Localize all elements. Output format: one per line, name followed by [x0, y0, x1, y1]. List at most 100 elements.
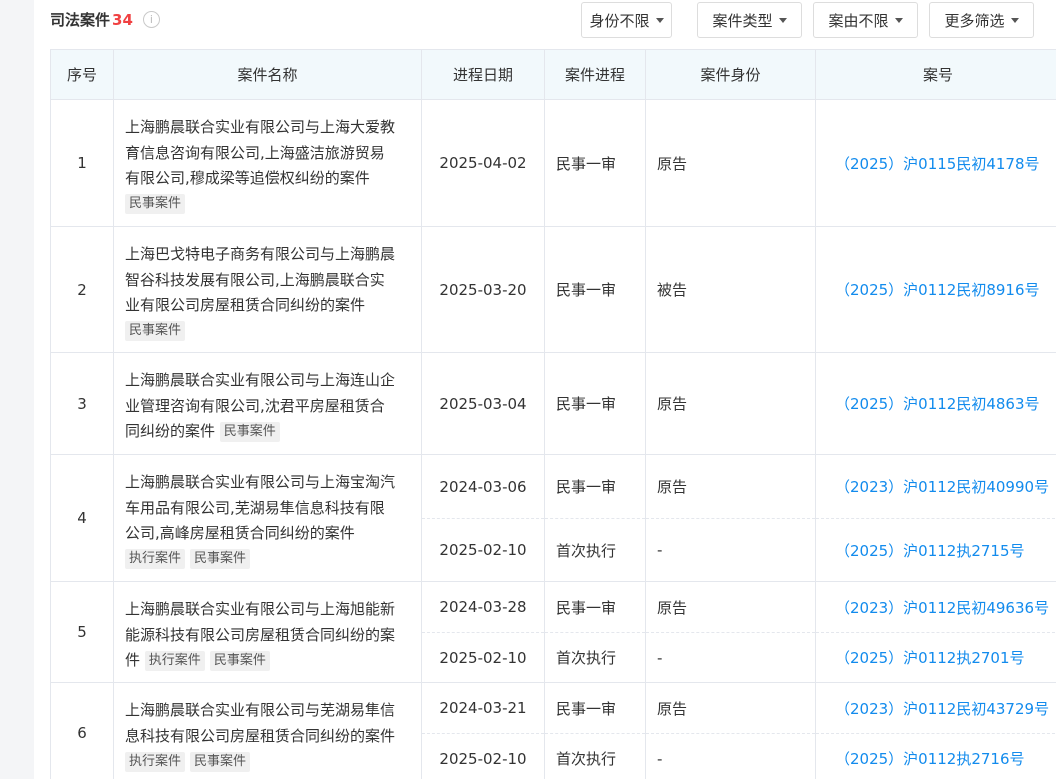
progress-date-cell: 2025-04-02: [421, 100, 544, 226]
case-number-link[interactable]: （2025）沪0112民初8916号: [816, 227, 1056, 352]
case-progress-cell: 民事一审 首次执行: [544, 582, 645, 682]
table-row: 4 上海鹏晨联合实业有限公司与上海宝淘汽 车用品有限公司,芜湖易隼信息科技有限 公司,…: [50, 455, 1056, 582]
table-row: 1 上海鹏晨联合实业有限公司与上海大爱教 育信息咨询有限公司,上海盛洁旅游贸易 有限公…: [50, 100, 1056, 227]
case-progress-cell: 民事一审: [544, 100, 645, 226]
case-name-line[interactable]: 智谷科技发展有限公司,上海鹏晨联合实: [125, 271, 385, 289]
case-role-cell: 原告: [645, 100, 815, 226]
case-progress: 首次执行: [545, 518, 645, 581]
more-filters-dropdown[interactable]: 更多筛选: [929, 2, 1034, 38]
chevron-down-icon: [894, 17, 903, 23]
case-name-line[interactable]: 业有限公司房屋租赁合同纠纷的案件: [125, 296, 365, 314]
progress-date: 2025-02-10: [422, 632, 544, 682]
case-progress: 民事一审: [556, 478, 617, 496]
case-number-link[interactable]: （2025）沪0112执2716号: [816, 733, 1056, 779]
case-role: 原告: [657, 478, 688, 496]
case-name-line[interactable]: 能源科技有限公司房屋租赁合同纠纷的案: [125, 626, 395, 644]
column-header-case-number: 案号: [815, 50, 1056, 99]
case-role: -: [646, 518, 815, 581]
judicial-cases-panel: 司法案件 34 i 身份不限 案件类型 案由不限 更多筛选 序号 案件名称 进程…: [34, 0, 1056, 779]
case-progress-cell: 民事一审首次执行: [544, 455, 645, 581]
case-type-filter-dropdown[interactable]: 案件类型: [697, 2, 802, 38]
info-icon[interactable]: i: [142, 11, 160, 28]
case-role-cell: 被告: [645, 227, 815, 352]
case-number-link[interactable]: （2025）沪0112执2715号: [816, 518, 1056, 581]
case-name-line[interactable]: 上海鹏晨联合实业有限公司与上海宝淘汽: [125, 473, 395, 491]
row-index: 5: [50, 582, 113, 682]
case-role-cell: 原告 -: [645, 683, 815, 779]
row-index: 6: [50, 683, 113, 779]
case-name-line[interactable]: 息科技有限公司房屋租赁合同纠纷的案件: [125, 727, 395, 745]
case-progress: 民事一审: [556, 699, 617, 718]
progress-date: 2025-02-10: [422, 518, 544, 581]
progress-date: 2025-03-20: [439, 280, 527, 299]
case-type-tag: 执行案件: [125, 751, 186, 772]
case-progress-cell: 民事一审 首次执行: [544, 683, 645, 779]
case-name-line[interactable]: 件: [125, 651, 140, 669]
case-name-line[interactable]: 业管理咨询有限公司,沈君平房屋租赁合: [125, 397, 385, 415]
chevron-down-icon: [655, 17, 664, 23]
case-type-tag: 民事案件: [125, 194, 186, 214]
case-number-link-cell: （2023）沪0112民初43729号 （2025）沪0112执2716号: [815, 683, 1056, 779]
case-role: 原告: [657, 395, 688, 413]
case-number-link[interactable]: （2025）沪0115民初4178号: [816, 100, 1056, 226]
row-index: 3: [50, 353, 113, 454]
case-progress: 民事一审: [556, 395, 617, 413]
case-number-link[interactable]: （2025）沪0112执2701号: [816, 632, 1056, 682]
toolbar: 司法案件 34 i 身份不限 案件类型 案由不限 更多筛选: [34, 0, 1056, 40]
case-role-cell: 原告: [645, 353, 815, 454]
case-name-line[interactable]: 车用品有限公司,芜湖易隼信息科技有限: [125, 499, 385, 517]
table-row: 3 上海鹏晨联合实业有限公司与上海连山企 业管理咨询有限公司,沈君平房屋租赁合 同纠纷…: [50, 353, 1056, 455]
case-number-link[interactable]: （2023）沪0112民初40990号: [816, 455, 1056, 518]
progress-date: 2025-04-02: [439, 154, 527, 172]
case-type-tag: 民事案件: [190, 549, 251, 569]
case-role: -: [646, 733, 815, 779]
table-body: 1 上海鹏晨联合实业有限公司与上海大爱教 育信息咨询有限公司,上海盛洁旅游贸易 有限公…: [50, 100, 1056, 779]
chevron-down-icon: [1010, 17, 1019, 23]
case-progress-cell: 民事一审: [544, 227, 645, 352]
case-number-link[interactable]: （2025）沪0112民初4863号: [816, 353, 1056, 454]
case-type-filter-label: 案件类型: [712, 11, 773, 30]
section-title: 司法案件: [50, 11, 111, 29]
case-name-line[interactable]: 上海鹏晨联合实业有限公司与上海连山企: [125, 371, 395, 389]
progress-date: 2024-03-06: [439, 477, 527, 496]
identity-filter-label: 身份不限: [589, 11, 650, 30]
case-name-line[interactable]: 上海巴戈特电子商务有限公司与上海鹏晨: [125, 245, 395, 263]
case-name-cell: 上海鹏晨联合实业有限公司与上海大爱教 育信息咨询有限公司,上海盛洁旅游贸易 有限公司…: [113, 100, 421, 226]
cases-table: 序号 案件名称 进程日期 案件进程 案件身份 案号 1 上海鹏晨联合实业有限公司与…: [50, 49, 1056, 779]
more-filters-label: 更多筛选: [944, 11, 1005, 30]
case-name-line[interactable]: 上海鹏晨联合实业有限公司与上海旭能新: [125, 600, 395, 618]
case-type-tag: 民事案件: [125, 321, 186, 341]
table-row: 2 上海巴戈特电子商务有限公司与上海鹏晨 智谷科技发展有限公司,上海鹏晨联合实 业有限…: [50, 227, 1056, 353]
case-number-link[interactable]: （2023）沪0112民初43729号: [816, 683, 1056, 733]
case-number-link-cell: （2025）沪0115民初4178号: [815, 100, 1056, 226]
case-type-tag: 民事案件: [209, 650, 270, 671]
cause-filter-dropdown[interactable]: 案由不限: [813, 2, 918, 38]
progress-date: 2024-03-28: [439, 598, 527, 616]
case-name-line[interactable]: 同纠纷的案件: [125, 422, 215, 440]
column-header-case-name: 案件名称: [113, 50, 421, 99]
cause-filter-label: 案由不限: [828, 11, 889, 30]
case-name-line[interactable]: 有限公司,穆成梁等追偿权纠纷的案件: [125, 169, 370, 187]
progress-date: 2025-02-10: [422, 733, 544, 779]
case-type-tag: 执行案件: [125, 549, 186, 569]
case-name-line[interactable]: 上海鹏晨联合实业有限公司与芜湖易隼信: [125, 701, 395, 719]
case-name-line[interactable]: 育信息咨询有限公司,上海盛洁旅游贸易: [125, 144, 385, 162]
table-row: 5 上海鹏晨联合实业有限公司与上海旭能新 能源科技有限公司房屋租赁合同纠纷的案件 执…: [50, 582, 1056, 683]
case-type-tag: 民事案件: [219, 421, 280, 442]
case-number-link[interactable]: （2023）沪0112民初49636号: [816, 582, 1056, 632]
case-number-link-cell: （2023）沪0112民初40990号 （2025）沪0112执2715号: [815, 455, 1056, 581]
column-header-date: 进程日期: [421, 50, 544, 99]
chevron-down-icon: [778, 17, 787, 23]
case-name-line[interactable]: 公司,高峰房屋租赁合同纠纷的案件: [125, 524, 355, 542]
progress-date: 2024-03-21: [439, 699, 527, 717]
case-name-cell: 上海鹏晨联合实业有限公司与芜湖易隼信 息科技有限公司房屋租赁合同纠纷的案件 执行案件…: [113, 683, 421, 779]
case-name-line[interactable]: 上海鹏晨联合实业有限公司与上海大爱教: [125, 118, 395, 136]
row-index: 4: [50, 455, 113, 581]
case-role-cell: 原告 -: [645, 455, 815, 581]
case-role: 被告: [657, 281, 688, 299]
column-header-index: 序号: [50, 50, 113, 99]
progress-date-cell: 2024-03-06 2025-02-10: [421, 455, 544, 581]
case-name-cell: 上海鹏晨联合实业有限公司与上海宝淘汽 车用品有限公司,芜湖易隼信息科技有限 公司,高…: [113, 455, 421, 581]
case-progress-cell: 民事一审: [544, 353, 645, 454]
identity-filter-dropdown[interactable]: 身份不限: [581, 2, 672, 38]
